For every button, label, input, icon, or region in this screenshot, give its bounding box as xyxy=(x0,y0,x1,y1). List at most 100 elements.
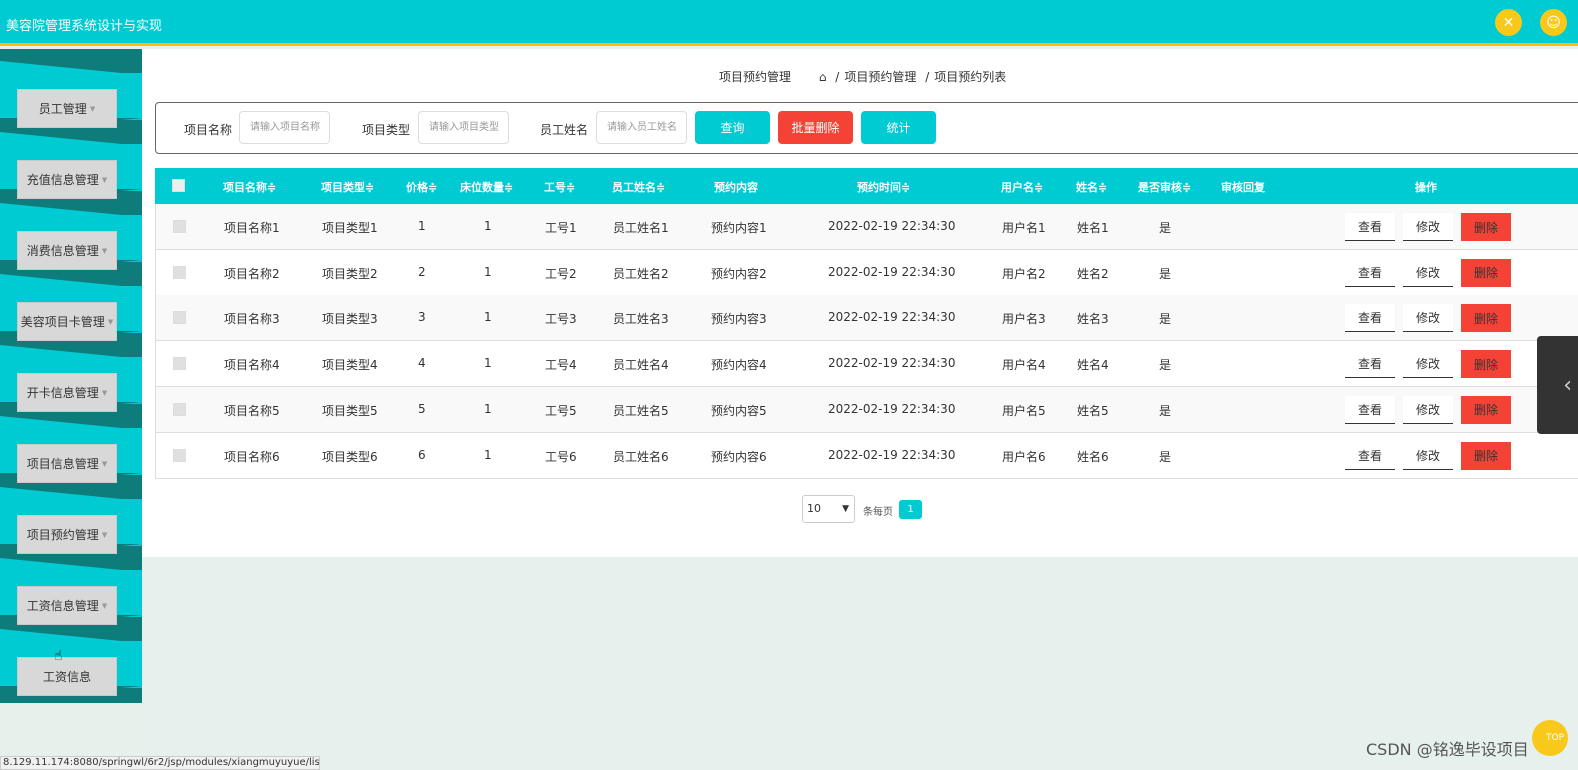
cell-staff-name: 员工姓名6 xyxy=(613,449,669,464)
edit-button[interactable]: 修改 xyxy=(1403,213,1453,241)
cell-name: 姓名1 xyxy=(1077,221,1109,235)
row-checkbox[interactable] xyxy=(173,402,186,416)
view-button[interactable]: 查看 xyxy=(1345,350,1395,379)
stats-button[interactable]: 统计 xyxy=(861,111,936,144)
cell-staff-no: 工号2 xyxy=(545,266,577,281)
sidebar-button[interactable]: 工资信息 xyxy=(17,657,117,696)
cell-beds: 1 xyxy=(484,356,492,371)
select-all-checkbox[interactable] xyxy=(172,179,185,192)
page-number-current[interactable]: 1 xyxy=(899,500,922,519)
sidebar-button[interactable]: 消费信息管理 ▼ xyxy=(17,231,117,270)
cell-name: 姓名5 xyxy=(1077,403,1109,418)
home-icon[interactable]: ⌂ xyxy=(819,70,827,84)
view-button[interactable]: 查看 xyxy=(1345,395,1395,424)
cell-time: 2022-02-19 22:34:30 xyxy=(828,356,956,371)
staff-name-input[interactable]: 请输入员工姓名 xyxy=(596,111,687,144)
sidebar-item-project[interactable]: 项目信息管理 ▼ xyxy=(0,416,142,487)
sidebar-item-staff[interactable]: 员工管理 ▼ xyxy=(0,61,142,132)
view-button[interactable]: 查看 xyxy=(1345,213,1395,241)
cell-beds: 1 xyxy=(484,447,492,462)
sidebar-item-consumption[interactable]: 消费信息管理 ▼ xyxy=(0,203,142,274)
cell-approved: 是 xyxy=(1159,312,1172,327)
col-time[interactable]: 预约时间≑ xyxy=(857,179,910,195)
col-staff-no[interactable]: 工号≑ xyxy=(544,179,575,195)
cell-username: 用户名3 xyxy=(1002,312,1046,327)
sidebar-item-appointment[interactable]: 项目预约管理 ▼ xyxy=(0,487,142,558)
col-beds[interactable]: 床位数量≑ xyxy=(460,179,513,195)
back-to-top-button[interactable]: TOP xyxy=(1532,720,1568,756)
col-username[interactable]: 用户名≑ xyxy=(1001,179,1043,195)
sidebar-button[interactable]: 工资信息管理 ▼ xyxy=(17,586,117,625)
page-size-select[interactable]: 10 ▼ xyxy=(802,495,855,523)
row-checkbox[interactable] xyxy=(173,311,186,325)
col-project-type[interactable]: 项目类型≑ xyxy=(321,179,374,195)
cell-project-type: 项目类型2 xyxy=(322,266,378,281)
project-name-input[interactable]: 请输入项目名称 xyxy=(239,111,330,144)
user-icon[interactable]: ☺ xyxy=(1540,9,1567,36)
view-button[interactable]: 查看 xyxy=(1345,258,1395,287)
row-checkbox[interactable] xyxy=(173,265,186,279)
col-price[interactable]: 价格≑ xyxy=(406,179,437,195)
sidebar-button[interactable]: 开卡信息管理 ▼ xyxy=(17,373,117,412)
row-checkbox[interactable] xyxy=(173,448,186,462)
sidebar-item-salary-mgmt[interactable]: 工资信息管理 ▼ xyxy=(0,558,142,629)
top-bar: 美容院管理系统设计与实现 ✕ ☺ xyxy=(0,0,1578,46)
sidebar-button[interactable]: 项目信息管理 ▼ xyxy=(17,444,117,483)
sidebar-button[interactable]: 员工管理 ▼ xyxy=(17,89,117,128)
col-name[interactable]: 姓名≑ xyxy=(1076,179,1107,195)
caret-down-icon: ▼ xyxy=(101,388,108,397)
cell-staff-no: 工号4 xyxy=(545,358,577,373)
cell-approved: 是 xyxy=(1159,403,1172,418)
breadcrumb: 项目预约管理 ⌂ / 项目预约管理 / 项目预约列表 xyxy=(719,70,1007,84)
delete-button[interactable]: 删除 xyxy=(1461,213,1511,241)
cell-price: 5 xyxy=(418,401,426,416)
project-name-label: 项目名称 xyxy=(184,123,233,137)
edit-button[interactable]: 修改 xyxy=(1403,304,1453,333)
delete-button[interactable]: 删除 xyxy=(1461,395,1511,424)
sidebar-item-salary[interactable]: 工资信息 xyxy=(0,629,142,700)
edit-button[interactable]: 修改 xyxy=(1403,350,1453,379)
edit-button[interactable]: 修改 xyxy=(1403,395,1453,424)
project-type-label: 项目类型 xyxy=(362,123,411,137)
row-checkbox[interactable] xyxy=(173,220,186,233)
edit-button[interactable]: 修改 xyxy=(1403,441,1453,470)
cell-content: 预约内容1 xyxy=(711,221,767,235)
content-footer-area xyxy=(142,557,1578,770)
staff-name-label: 员工姓名 xyxy=(540,123,589,137)
col-staff-name[interactable]: 员工姓名≑ xyxy=(612,179,665,195)
table-row: 项目名称4 项目类型4 4 1 工号4 员工姓名4 预约内容4 2022-02-19 22:3… xyxy=(155,341,1578,388)
caret-down-icon: ▼ xyxy=(89,104,96,113)
cell-content: 预约内容3 xyxy=(711,312,767,327)
view-button[interactable]: 查看 xyxy=(1345,441,1395,470)
delete-button[interactable]: 删除 xyxy=(1461,350,1511,379)
sidebar-button[interactable]: 美容项目卡管理 ▼ xyxy=(17,302,117,341)
caret-down-icon: ▼ xyxy=(101,601,108,610)
delete-button[interactable]: 删除 xyxy=(1461,304,1511,333)
delete-button[interactable]: 删除 xyxy=(1461,441,1511,470)
col-project-name[interactable]: 项目名称≑ xyxy=(223,179,276,195)
breadcrumb-item[interactable]: 项目预约管理 xyxy=(844,70,916,84)
table-row: 项目名称2 项目类型2 2 1 工号2 员工姓名2 预约内容2 2022-02-19 22:3… xyxy=(155,249,1578,296)
batch-delete-button[interactable]: 批量删除 xyxy=(778,111,853,144)
edit-button[interactable]: 修改 xyxy=(1403,258,1453,287)
row-checkbox[interactable] xyxy=(173,357,186,371)
cell-time: 2022-02-19 22:34:30 xyxy=(828,310,956,325)
col-approved[interactable]: 是否审核≑ xyxy=(1138,179,1191,195)
sidebar-item-recharge[interactable]: 充值信息管理 ▼ xyxy=(0,132,142,203)
cell-project-name: 项目名称2 xyxy=(224,266,280,281)
fullscreen-icon[interactable]: ✕ xyxy=(1495,9,1522,36)
cell-staff-no: 工号5 xyxy=(545,403,577,418)
view-button[interactable]: 查看 xyxy=(1345,304,1395,333)
collapse-panel-tab[interactable]: ‹ xyxy=(1537,336,1578,434)
cell-name: 姓名2 xyxy=(1077,266,1109,281)
delete-button[interactable]: 删除 xyxy=(1461,258,1511,287)
cell-time: 2022-02-19 22:34:30 xyxy=(828,219,956,233)
sidebar-item-open-card[interactable]: 开卡信息管理 ▼ xyxy=(0,345,142,416)
sidebar-button[interactable]: 充值信息管理 ▼ xyxy=(17,160,117,199)
query-button[interactable]: 查询 xyxy=(695,111,770,144)
sidebar-button[interactable]: 项目预约管理 ▼ xyxy=(17,515,117,554)
per-page-label: 条每页 xyxy=(863,507,893,518)
sidebar-item-beauty-card[interactable]: 美容项目卡管理 ▼ xyxy=(0,274,142,345)
project-type-input[interactable]: 请输入项目类型 xyxy=(418,111,509,144)
cell-time: 2022-02-19 22:34:30 xyxy=(828,264,956,279)
